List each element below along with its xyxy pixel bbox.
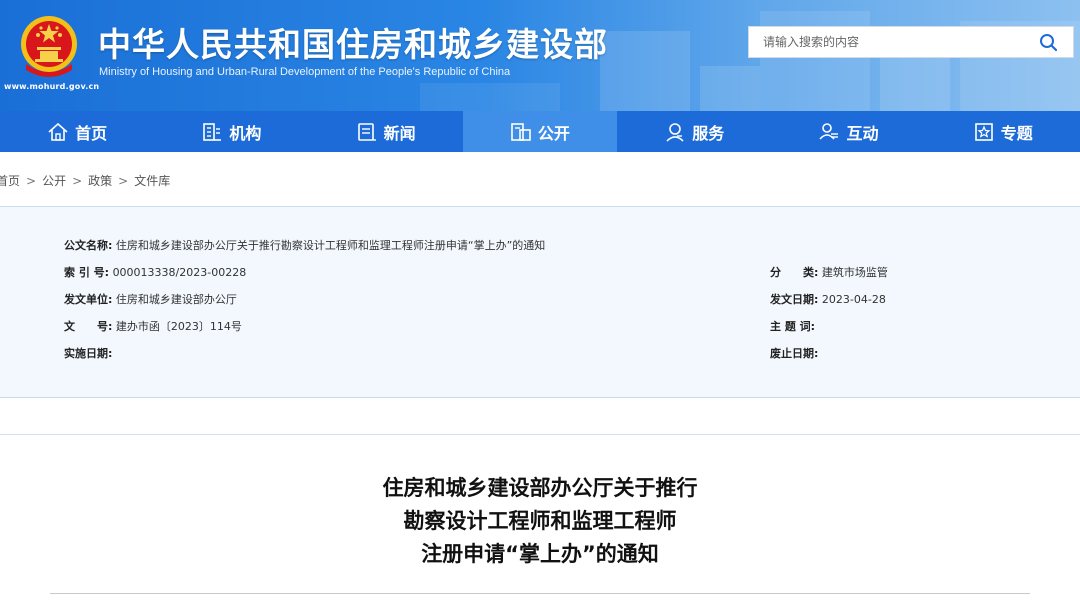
site-url: www.mohurd.gov.cn: [4, 82, 100, 91]
meta-row-category: 分 类: 建筑市场监管: [770, 264, 888, 280]
document-title: 住房和城乡建设部办公厅关于推行 勘察设计工程师和监理工程师 注册申请“掌上办”的…: [0, 472, 1080, 571]
nav-item-home[interactable]: 首页: [0, 111, 154, 152]
meta-row-name: 公文名称: 住房和城乡建设部办公厅关于推行勘察设计工程师和监理工程师注册申请“掌…: [64, 237, 545, 253]
document-meta-panel: 公文名称: 住房和城乡建设部办公厅关于推行勘察设计工程师和监理工程师注册申请“掌…: [0, 206, 1080, 398]
meta-row-issuer: 发文单位: 住房和城乡建设部办公厅: [64, 291, 237, 307]
header-background-skyline: [600, 31, 690, 111]
header-background-skyline: [700, 66, 760, 111]
nav-item-organization[interactable]: 机构: [154, 111, 308, 152]
document-title-line: 注册申请“掌上办”的通知: [421, 542, 659, 566]
nav-item-label: 专题: [1000, 123, 1033, 143]
meta-label: 废止日期:: [770, 347, 819, 360]
document-icon: [511, 122, 531, 141]
home-icon: [48, 122, 68, 141]
nav-item-label: 机构: [229, 123, 262, 143]
meta-label: 发文单位:: [64, 293, 113, 306]
site-subtitle: Ministry of Housing and Urban-Rural Deve…: [99, 66, 511, 78]
site-title[interactable]: 中华人民共和国住房和城乡建设部: [98, 18, 608, 66]
header-background-skyline: [880, 51, 950, 111]
header-background-skyline: [420, 83, 560, 111]
document-title-line: 住房和城乡建设部办公厅关于推行: [382, 476, 698, 500]
meta-label: 主 题 词:: [770, 320, 816, 333]
news-icon: [357, 122, 376, 141]
meta-row-keywords: 主 题 词:: [770, 318, 815, 334]
nav-item-label: 互动: [846, 123, 879, 143]
interact-icon: [819, 122, 839, 140]
nav-item-public[interactable]: 公开: [462, 111, 618, 152]
nav-item-service[interactable]: 服务: [617, 111, 771, 152]
breadcrumb-public[interactable]: 公开: [42, 174, 66, 188]
breadcrumb-home[interactable]: 首页: [0, 174, 20, 188]
meta-value: 000013338/2023-00228: [112, 266, 247, 279]
breadcrumb: 首页 > 公开 > 政策 > 文件库: [0, 172, 170, 189]
breadcrumb-library[interactable]: 文件库: [134, 174, 170, 188]
meta-label: 索 引 号:: [64, 266, 110, 279]
meta-row-index: 索 引 号: 000013338/2023-00228: [64, 264, 246, 280]
nav-item-interact[interactable]: 互动: [771, 111, 925, 152]
nav-item-label: 首页: [75, 123, 108, 143]
meta-value: 建办市函〔2023〕114号: [115, 320, 242, 333]
search-input[interactable]: [749, 27, 1033, 57]
nav-item-topic[interactable]: 专题: [926, 111, 1080, 152]
meta-label: 发文日期:: [770, 293, 819, 306]
meta-value: 2023-04-28: [821, 293, 886, 306]
meta-value: 建筑市场监管: [821, 266, 888, 279]
nav-item-label: 新闻: [383, 123, 416, 143]
meta-value: 住房和城乡建设部办公厅关于推行勘察设计工程师和监理工程师注册申请“掌上办”的通知: [115, 239, 546, 252]
meta-row-date: 发文日期: 2023-04-28: [770, 291, 886, 307]
nav-item-label: 公开: [537, 123, 570, 143]
section-divider: [0, 434, 1080, 435]
title-underline: [50, 593, 1030, 594]
topic-icon: [974, 122, 993, 141]
meta-row-repeal: 废止日期:: [770, 345, 818, 361]
meta-row-effective: 实施日期:: [64, 345, 112, 361]
nav-item-label: 服务: [692, 123, 725, 143]
meta-label: 公文名称:: [64, 239, 113, 252]
document-title-line: 勘察设计工程师和监理工程师: [403, 509, 677, 533]
nav-item-news[interactable]: 新闻: [309, 111, 463, 152]
national-emblem-icon[interactable]: [20, 14, 78, 78]
meta-label: 实施日期:: [64, 347, 113, 360]
meta-label: 分 类:: [770, 266, 819, 279]
meta-label: 文 号:: [64, 320, 113, 333]
breadcrumb-policy[interactable]: 政策: [88, 174, 112, 188]
search-box: [748, 26, 1074, 58]
site-header: www.mohurd.gov.cn 中华人民共和国住房和城乡建设部 Minist…: [0, 0, 1080, 111]
meta-value: 住房和城乡建设部办公厅: [115, 293, 237, 306]
search-icon[interactable]: [1039, 33, 1057, 51]
service-icon: [666, 122, 684, 142]
main-nav: 首页 机构 新闻 公开 服务 互动 专题: [0, 111, 1080, 152]
meta-row-docno: 文 号: 建办市函〔2023〕114号: [64, 318, 242, 334]
building-icon: [203, 122, 222, 141]
